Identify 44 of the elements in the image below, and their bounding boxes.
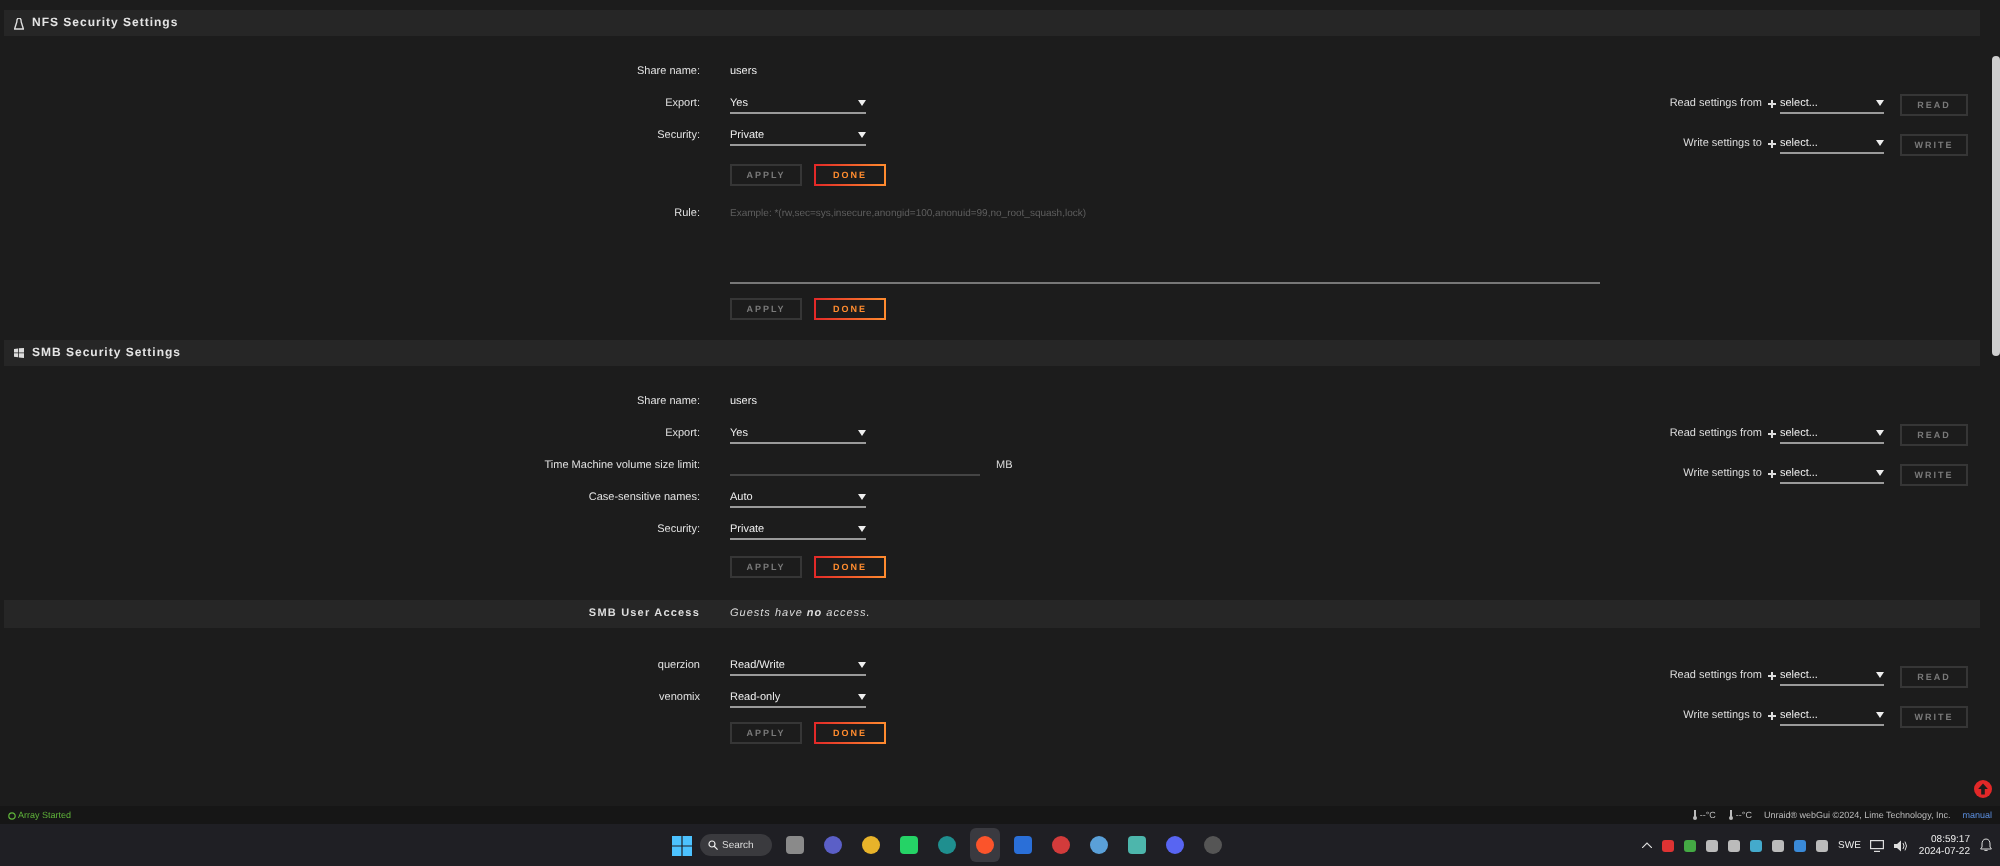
scrollbar-thumb[interactable] xyxy=(1992,56,2000,356)
caret-icon xyxy=(858,100,866,106)
app-icon xyxy=(824,836,842,854)
caret-icon xyxy=(858,662,866,668)
app-icon xyxy=(976,836,994,854)
plus-icon xyxy=(1768,470,1776,478)
app-icon xyxy=(862,836,880,854)
caret-icon xyxy=(1876,470,1884,476)
caret-icon xyxy=(858,494,866,500)
plus-icon xyxy=(1768,712,1776,720)
plus-icon xyxy=(1768,430,1776,438)
thermometer-icon xyxy=(1727,810,1734,820)
caret-icon xyxy=(1876,712,1884,718)
speaker-icon[interactable] xyxy=(1894,839,1909,851)
app-icon xyxy=(1090,836,1108,854)
caret-icon xyxy=(858,430,866,436)
thermometer-icon xyxy=(1691,810,1698,820)
bell-icon[interactable] xyxy=(1980,838,1992,852)
plus-icon xyxy=(1768,100,1776,108)
caret-icon xyxy=(1876,672,1884,678)
app-icon xyxy=(938,836,956,854)
caret-icon xyxy=(858,694,866,700)
app-icon xyxy=(1052,836,1070,854)
caret-icon xyxy=(858,132,866,138)
caret-icon xyxy=(858,526,866,532)
windows-icon xyxy=(14,348,24,358)
taskbar-app[interactable] xyxy=(970,828,1000,862)
status-dot-icon xyxy=(8,811,16,819)
app-icon xyxy=(1128,836,1146,854)
caret-icon xyxy=(1876,140,1884,146)
app-icon xyxy=(1204,836,1222,854)
caret-icon xyxy=(1876,430,1884,436)
windows-start-icon[interactable] xyxy=(672,835,692,855)
chevron-up-icon[interactable] xyxy=(1642,842,1653,848)
plus-icon xyxy=(1768,672,1776,680)
app-icon xyxy=(786,836,804,854)
search-icon xyxy=(708,840,718,850)
back-to-top-icon[interactable] xyxy=(1974,780,1992,798)
caret-icon xyxy=(1876,100,1884,106)
plus-icon xyxy=(1768,140,1776,148)
app-icon xyxy=(900,836,918,854)
app-icon xyxy=(1014,836,1032,854)
monitor-icon[interactable] xyxy=(1870,839,1885,851)
app-icon xyxy=(1166,836,1184,854)
